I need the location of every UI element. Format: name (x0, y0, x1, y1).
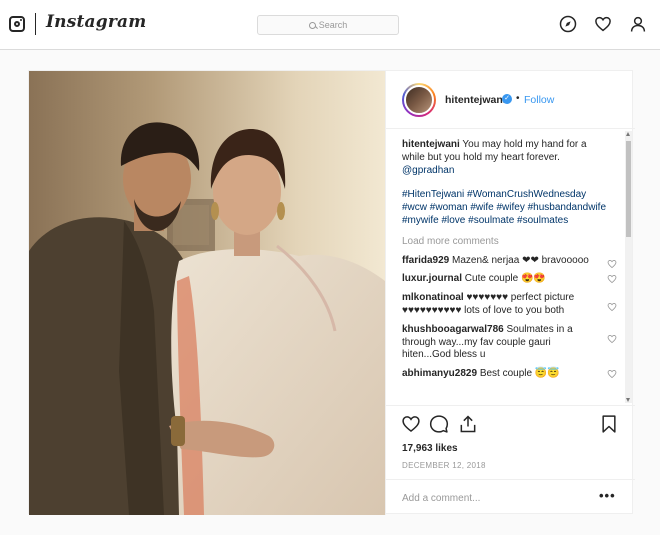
header-separator: • (516, 93, 520, 104)
share-upload-icon[interactable] (458, 414, 478, 434)
comment-item: luxur.journal Cute couple 😍😍 (402, 273, 617, 286)
comment-username[interactable]: mlkonatinoal (402, 292, 464, 303)
post-header: hitentejwani ✓ • Follow (386, 71, 635, 129)
avatar[interactable] (404, 85, 434, 115)
comment-like-heart-icon[interactable] (607, 334, 617, 344)
comment-item: ffarida929 Mazen& nerjaa ❤❤ bravooooo (402, 254, 617, 268)
top-nav: Instagram Search (0, 0, 660, 50)
add-comment-bar: ••• (386, 479, 635, 514)
comments-scrollbar[interactable] (625, 131, 632, 403)
nav-divider (35, 13, 36, 35)
scroll-down-arrow-icon[interactable] (626, 398, 630, 402)
post-card: hitentejwani ✓ • Follow hitentejwani You… (28, 70, 635, 515)
like-heart-icon[interactable] (401, 414, 421, 434)
comment-like-heart-icon[interactable] (607, 259, 617, 269)
comment-text: Cute couple 😍😍 (462, 273, 546, 285)
heart-icon[interactable] (594, 15, 612, 33)
more-options-button[interactable]: ••• (599, 488, 616, 503)
search-placeholder: Search (318, 20, 348, 30)
post-photo[interactable] (29, 71, 385, 515)
comment-item: mlkonatinoal ♥♥♥♥♥♥♥ perfect picture ♥♥♥… (402, 292, 617, 318)
comment-like-heart-icon[interactable] (607, 369, 617, 379)
add-comment-input[interactable] (402, 491, 582, 505)
comment-like-heart-icon[interactable] (607, 274, 617, 284)
load-more-comments-button[interactable]: Load more comments (402, 236, 612, 249)
comment-username[interactable]: abhimanyu2829 (402, 368, 477, 379)
comments-section[interactable]: hitentejwani You may hold my hand for a … (386, 129, 635, 405)
scroll-thumb[interactable] (626, 141, 631, 237)
follow-button[interactable]: Follow (524, 94, 554, 106)
comment-item: khushbooagarwal786 Soulmates in a throug… (402, 324, 617, 362)
comment-username[interactable]: luxur.journal (402, 273, 462, 284)
post-sidebar: hitentejwani ✓ • Follow hitentejwani You… (385, 71, 635, 515)
compass-icon[interactable] (559, 15, 577, 33)
instagram-wordmark[interactable]: Instagram (46, 12, 146, 32)
likes-count[interactable]: 17,963 likes (402, 443, 458, 454)
caption-mention[interactable]: @gpradhan (402, 165, 454, 176)
caption: hitentejwani You may hold my hand for a … (402, 139, 612, 177)
couple-photo-illustration (29, 71, 385, 515)
profile-icon[interactable] (629, 15, 647, 33)
comment-username[interactable]: ffarida929 (402, 255, 449, 266)
comment-text: Mazen& nerjaa ❤❤ bravooooo (449, 254, 589, 266)
verified-badge-icon: ✓ (502, 94, 512, 104)
caption-hashtags[interactable]: #HitenTejwani #WomanCrushWednesday #wcw … (402, 189, 612, 227)
post-actions: 17,963 likes DECEMBER 12, 2018 ••• (386, 405, 635, 513)
comment-bubble-icon[interactable] (429, 414, 449, 434)
bookmark-icon[interactable] (599, 414, 619, 434)
post-date[interactable]: DECEMBER 12, 2018 (402, 461, 486, 470)
comment-text: Best couple 😇😇 (477, 368, 560, 380)
search-placeholder-group: Search (258, 16, 398, 34)
comment-item: abhimanyu2829 Best couple 😇😇 (402, 368, 617, 381)
search-input[interactable]: Search (257, 15, 399, 35)
story-ring[interactable] (402, 83, 436, 117)
search-icon (308, 21, 316, 29)
instagram-camera-icon[interactable] (9, 16, 25, 32)
caption-username[interactable]: hitentejwani (402, 139, 460, 150)
post-username[interactable]: hitentejwani (445, 94, 506, 106)
comments-list: hitentejwani You may hold my hand for a … (402, 139, 617, 381)
comment-like-heart-icon[interactable] (607, 302, 617, 312)
scroll-up-arrow-icon[interactable] (626, 132, 630, 136)
comment-username[interactable]: khushbooagarwal786 (402, 324, 504, 335)
